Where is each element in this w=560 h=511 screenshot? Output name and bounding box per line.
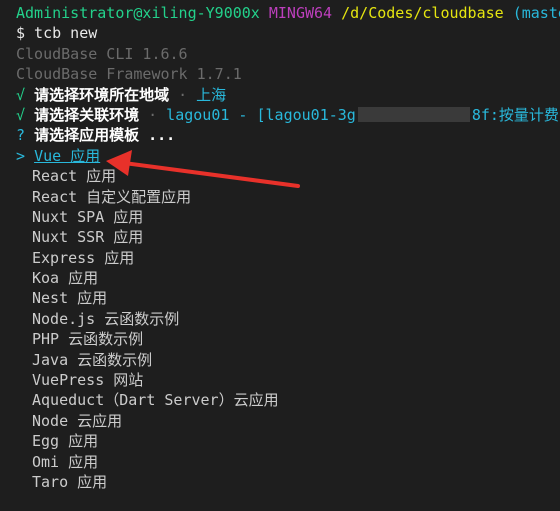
menu-item[interactable]: React 自定义配置应用 — [16, 187, 560, 207]
check-icon: √ — [16, 85, 26, 104]
menu-item[interactable]: Omi 应用 — [16, 452, 560, 472]
shell-prompt: Administrator@xiling-Y9000x MINGW64 /d/C… — [16, 3, 560, 23]
menu-item[interactable]: Nuxt SPA 应用 — [16, 207, 560, 227]
menu-item[interactable]: Node.js 云函数示例 — [16, 309, 560, 329]
menu-item[interactable]: Taro 应用 — [16, 472, 560, 492]
question-env: √ 请选择关联环境 · lagou01 - [lagou01-3g 8f:按量计费… — [16, 105, 560, 125]
menu-item[interactable]: Egg 应用 — [16, 431, 560, 451]
question-env-answer-suffix: 8f:按量计费] — [471, 105, 560, 124]
git-branch: (master) — [512, 4, 560, 22]
question-env-answer-prefix: lagou01 - [lagou01-3g — [166, 105, 356, 124]
framework-version: CloudBase Framework 1.7.1 — [16, 65, 242, 84]
terminal-window[interactable]: Administrator@xiling-Y9000x MINGW64 /d/C… — [0, 0, 560, 511]
menu-item[interactable]: Express 应用 — [16, 248, 560, 268]
check-icon: √ — [16, 105, 26, 124]
question-mark-icon: ? — [16, 126, 26, 145]
question-template-label: 请选择应用模板 ... — [34, 126, 176, 145]
question-region-answer: 上海 — [196, 85, 227, 104]
menu-item[interactable]: Koa 应用 — [16, 268, 560, 288]
question-region: √ 请选择环境所在地域 · 上海 — [16, 85, 560, 105]
menu-item[interactable]: Java 云函数示例 — [16, 350, 560, 370]
menu-item[interactable]: Aqueduct（Dart Server）云应用 — [16, 390, 560, 410]
menu-item-selected[interactable]: > Vue 应用 — [16, 146, 560, 166]
menu-item-label[interactable]: Vue 应用 — [34, 147, 100, 165]
menu-item[interactable]: VuePress 网站 — [16, 370, 560, 390]
redacted-block — [357, 106, 470, 122]
separator-dot: · — [178, 85, 188, 104]
menu-item[interactable]: Node 云应用 — [16, 411, 560, 431]
shell-name: MINGW64 — [268, 4, 333, 22]
menu-item[interactable]: Nest 应用 — [16, 288, 560, 308]
question-env-label: 请选择关联环境 — [34, 105, 140, 124]
cursor-chevron-icon: > — [16, 146, 26, 165]
command-line: $ tcb new — [16, 24, 98, 43]
current-path: /d/Codes/cloudbase — [341, 4, 504, 22]
menu-item[interactable]: PHP 云函数示例 — [16, 329, 560, 349]
question-region-label: 请选择环境所在地域 — [34, 85, 170, 104]
menu-item[interactable]: React 应用 — [16, 166, 560, 186]
menu-item[interactable]: Nuxt SSR 应用 — [16, 227, 560, 247]
separator-dot: · — [148, 105, 158, 124]
user-host: Administrator@xiling-Y9000x — [16, 4, 260, 22]
cli-version: CloudBase CLI 1.6.6 — [16, 44, 188, 63]
question-template: ? 请选择应用模板 ... — [16, 125, 560, 145]
